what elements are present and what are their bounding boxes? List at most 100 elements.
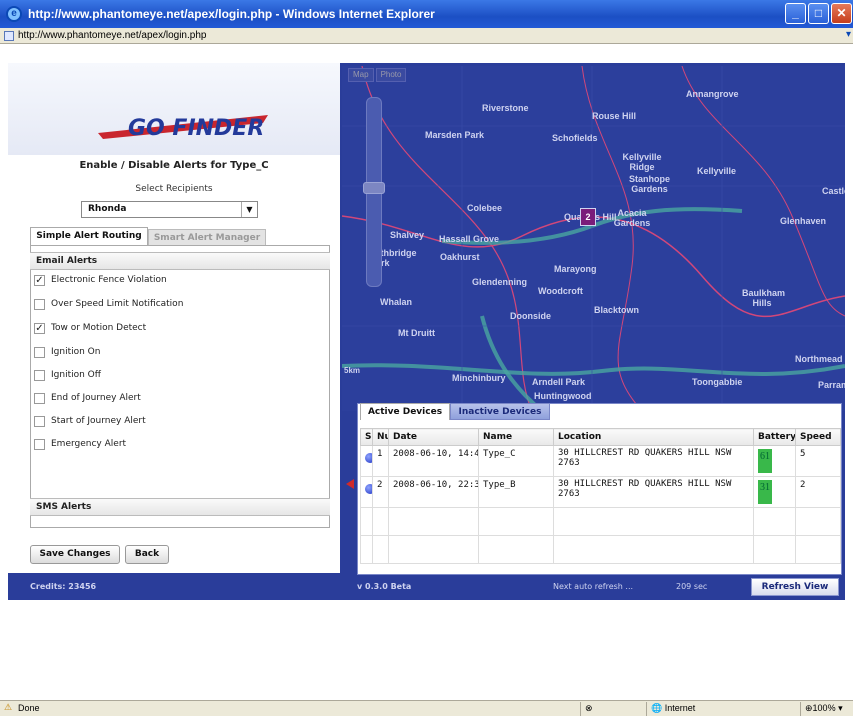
checkbox[interactable]: ✓ xyxy=(34,322,45,334)
map-label: Glendenning xyxy=(472,277,527,287)
alert-label: Ignition On xyxy=(51,347,101,357)
select-recipients-label: Select Recipients xyxy=(135,184,213,194)
location-cell: 30 HILLCREST RD QUAKERS HILL NSW 2763 xyxy=(553,476,754,508)
svg-text:GO FINDER: GO FINDER xyxy=(128,116,264,141)
devices-table: S Nu Date Name Location Battery Speed 1 … xyxy=(360,428,841,564)
alert-item[interactable]: Ignition On xyxy=(34,344,100,360)
refresh-countdown-value: 209 sec xyxy=(676,582,708,591)
alert-label: Ignition Off xyxy=(51,370,101,380)
table-row[interactable]: 2 2008-06-10, 22:3 Type_B 30 HILLCREST R… xyxy=(360,476,841,508)
table-row[interactable]: 1 2008-06-10, 14:4 Type_C 30 HILLCREST R… xyxy=(360,445,841,477)
warning-icon: ⚠ xyxy=(4,702,13,712)
map-toggle-map[interactable]: Map xyxy=(348,68,374,82)
name-cell: Type_B xyxy=(478,476,554,508)
table-row xyxy=(360,535,841,564)
alert-item[interactable]: Ignition Off xyxy=(34,367,101,383)
chevron-down-icon[interactable]: ▼ xyxy=(241,202,257,217)
selected-row-arrow-icon xyxy=(346,479,354,489)
privacy-icon[interactable]: ⊗ xyxy=(580,702,620,716)
map-label: Parramatta xyxy=(818,380,845,390)
logo-area: GO FINDER xyxy=(8,63,340,155)
map-label: Kellyville Ridge xyxy=(622,152,662,172)
speed-cell: 2 xyxy=(795,476,841,508)
battery-cell: 31 xyxy=(753,476,796,508)
version-text: v 0.3.0 Beta xyxy=(357,582,412,591)
alert-item[interactable]: End of Journey Alert xyxy=(34,390,141,406)
chevron-down-icon[interactable]: ▾ xyxy=(846,29,851,40)
column-header[interactable]: Date xyxy=(388,428,479,446)
checkbox[interactable] xyxy=(34,392,45,404)
map[interactable]: Annangrove Riverstone Rouse Hill Marsden… xyxy=(342,66,845,411)
recipient-value: Rhonda xyxy=(88,204,127,214)
tab-inactive-devices[interactable]: Inactive Devices xyxy=(450,403,550,420)
checkbox[interactable]: ✓ xyxy=(34,274,45,286)
battery-cell: 61 xyxy=(753,445,796,477)
zone-text: Internet xyxy=(664,703,696,713)
column-header[interactable]: Speed xyxy=(795,428,841,446)
map-label: Hassall Grove xyxy=(439,234,500,244)
refresh-countdown-label: Next auto refresh ... xyxy=(553,582,634,591)
zoom-level[interactable]: ⊕100% ▾ xyxy=(800,702,853,716)
address-bar[interactable]: http://www.phantomeye.net/apex/login.php… xyxy=(0,28,853,44)
map-label: Colebee xyxy=(467,203,503,213)
map-label: Shalvey xyxy=(390,230,425,240)
map-label: Mt Druitt xyxy=(398,328,435,338)
checkbox[interactable] xyxy=(34,438,45,450)
status-dot-icon xyxy=(365,484,372,494)
minimize-button[interactable]: _ xyxy=(785,3,806,24)
map-scale: 5km xyxy=(344,366,361,375)
alert-item[interactable]: ✓ Electronic Fence Violation xyxy=(34,272,167,288)
zoom-icon: ⊕ xyxy=(805,703,813,713)
map-label: Glenhaven xyxy=(780,216,827,226)
map-label: Huntingwood xyxy=(534,391,592,401)
alert-label: Emergency Alert xyxy=(51,439,127,449)
globe-icon: 🌐 xyxy=(651,703,663,713)
sms-alerts-header[interactable]: SMS Alerts xyxy=(30,498,330,516)
close-button[interactable]: ✕ xyxy=(831,3,852,24)
column-header[interactable]: Nu xyxy=(372,428,389,446)
alert-item[interactable]: Over Speed Limit Notification xyxy=(34,296,183,312)
column-header[interactable]: Location xyxy=(553,428,754,446)
checkbox[interactable] xyxy=(34,415,45,427)
refresh-view-button[interactable]: Refresh View xyxy=(751,578,839,596)
map-label: Marayong xyxy=(554,264,597,274)
maximize-button[interactable]: □ xyxy=(808,3,829,24)
map-type-toggle[interactable]: Map Photo xyxy=(348,68,408,82)
tab-active-devices[interactable]: Active Devices xyxy=(360,403,450,420)
checkbox[interactable] xyxy=(34,369,45,381)
alert-item[interactable]: Start of Journey Alert xyxy=(34,413,146,429)
alert-item[interactable]: ✓ Tow or Motion Detect xyxy=(34,320,146,336)
map-label: Acacia Gardens xyxy=(613,208,651,228)
date-cell: 2008-06-10, 14:4 xyxy=(388,445,479,477)
alert-item[interactable]: Emergency Alert xyxy=(34,436,126,452)
map-label: Oakhurst xyxy=(440,252,480,262)
map-label: Woodcroft xyxy=(538,286,583,296)
zoom-thumb[interactable] xyxy=(363,182,385,194)
save-changes-button[interactable]: Save Changes xyxy=(30,545,120,564)
column-header[interactable]: S xyxy=(360,428,373,446)
num-cell: 2 xyxy=(372,476,389,508)
tab-simple-alert-routing[interactable]: Simple Alert Routing xyxy=(30,227,148,245)
map-label: Arndell Park xyxy=(532,377,586,387)
back-button[interactable]: Back xyxy=(125,545,169,564)
map-label: Rouse Hill xyxy=(592,111,637,121)
checkbox[interactable] xyxy=(34,346,45,358)
gofinder-logo: GO FINDER xyxy=(98,115,268,141)
map-marker[interactable]: 2 xyxy=(580,208,596,226)
column-header[interactable]: Name xyxy=(478,428,554,446)
map-toggle-photo[interactable]: Photo xyxy=(375,68,407,82)
email-alerts-header[interactable]: Email Alerts xyxy=(30,252,330,270)
checkbox[interactable] xyxy=(34,298,45,310)
window-title-bar: e http://www.phantomeye.net/apex/login.p… xyxy=(0,0,853,28)
alerts-title: Enable / Disable Alerts for Type_C xyxy=(79,160,269,171)
map-label: Northmead xyxy=(795,354,843,364)
column-header[interactable]: Battery xyxy=(753,428,796,446)
map-label: Castle Hill xyxy=(822,186,845,196)
recipient-select[interactable]: Rhonda ▼ xyxy=(81,201,258,218)
location-cell: 30 HILLCREST RD QUAKERS HILL NSW 2763 xyxy=(553,445,754,477)
status-cell xyxy=(360,476,373,508)
window-title: http://www.phantomeye.net/apex/login.php… xyxy=(28,7,435,21)
zone-section: 🌐 Internet xyxy=(646,702,766,716)
map-label: Kellyville xyxy=(697,166,737,176)
address-url[interactable]: http://www.phantomeye.net/apex/login.php xyxy=(18,30,206,41)
